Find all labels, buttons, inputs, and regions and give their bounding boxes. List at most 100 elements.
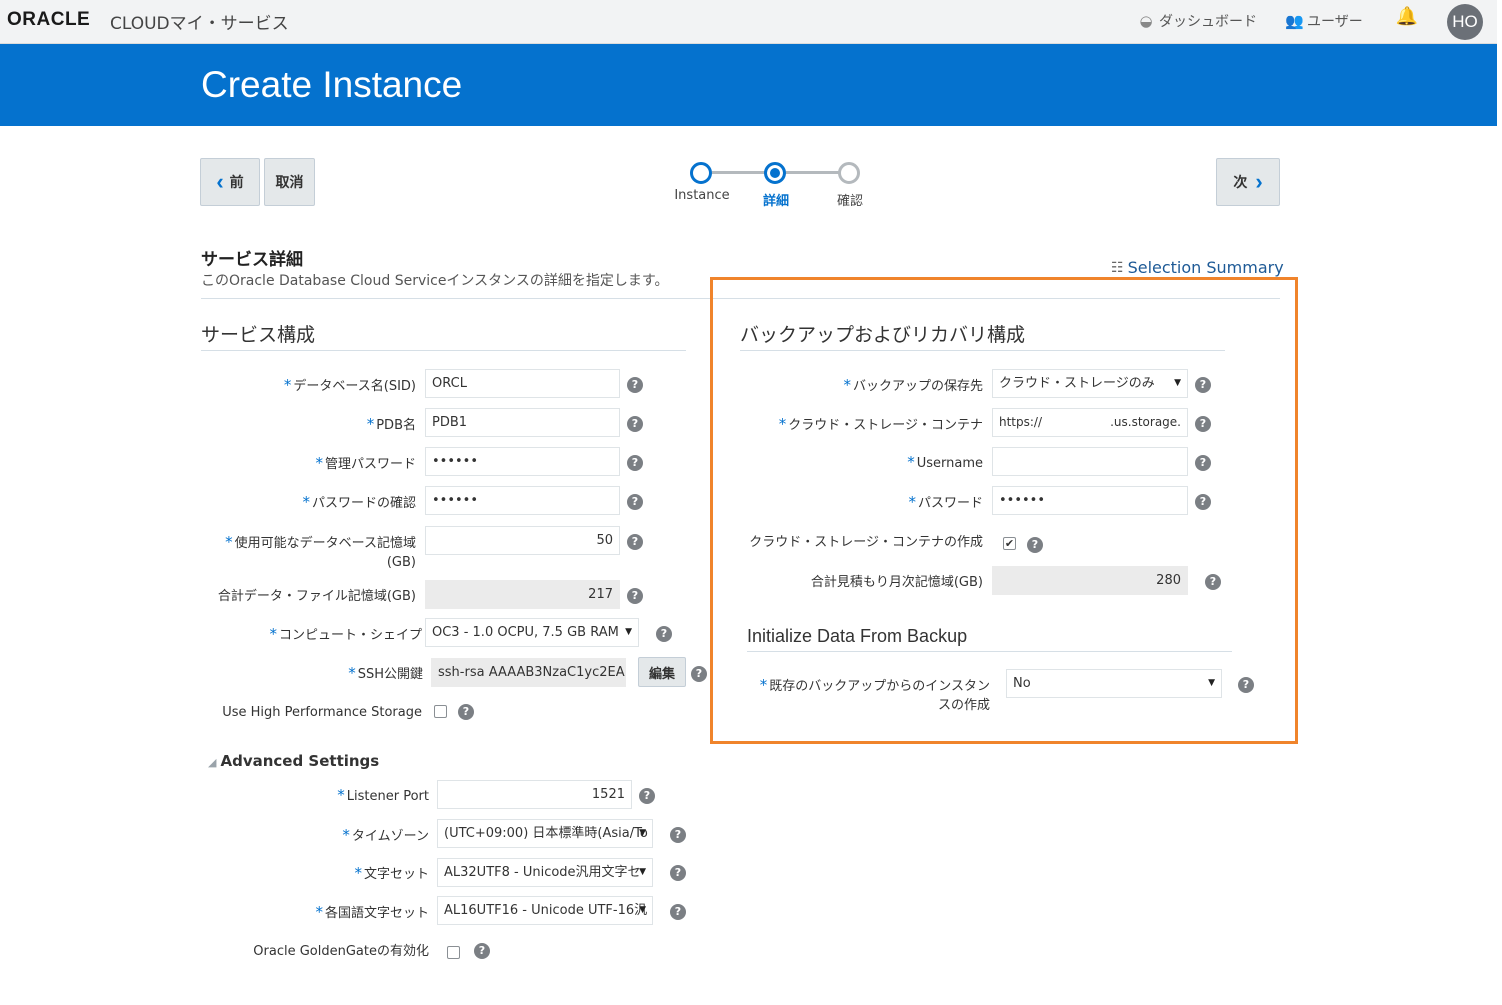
nav-dashboard[interactable]: ◒ ダッシュボード <box>1137 11 1257 31</box>
selection-summary-link[interactable]: ☷ Selection Summary <box>1111 258 1284 277</box>
chevron-left-icon: ‹ <box>216 169 224 194</box>
chevron-right-icon: › <box>1255 169 1263 194</box>
train-label-instance[interactable]: Instance <box>662 188 742 203</box>
container-url-prefix: https:// <box>999 415 1043 429</box>
national-charset-select[interactable]: AL16UTF16 - Unicode UTF-16汎 <box>437 896 653 925</box>
train-connector <box>786 171 840 174</box>
help-icon[interactable]: ? <box>627 455 643 471</box>
help-icon[interactable]: ? <box>670 865 686 881</box>
sid-input[interactable]: ORCL <box>425 369 620 398</box>
oracle-logo[interactable]: ORACLE <box>7 9 90 31</box>
ssh-key-value: ssh-rsa AAAAB3NzaC1yc2EAA <box>431 658 626 687</box>
help-icon[interactable]: ? <box>1238 677 1254 693</box>
help-icon[interactable]: ? <box>474 943 490 959</box>
train-step-confirm[interactable] <box>838 162 860 184</box>
help-icon[interactable]: ? <box>627 377 643 393</box>
help-icon[interactable]: ? <box>627 416 643 432</box>
help-icon[interactable]: ? <box>458 704 474 720</box>
divider <box>201 350 686 351</box>
page-banner: Create Instance <box>0 44 1497 126</box>
help-icon[interactable]: ? <box>627 494 643 510</box>
confirm-password-label: * パスワードの確認 <box>302 493 416 511</box>
init-backup-title: Initialize Data From Backup <box>747 626 968 646</box>
help-icon[interactable]: ? <box>1205 574 1221 590</box>
backup-destination-select[interactable]: クラウド・ストレージのみ <box>992 369 1188 398</box>
train-step-details[interactable] <box>764 162 786 184</box>
init-backup-select[interactable]: No <box>1006 669 1222 698</box>
listener-port-input[interactable]: 1521 <box>437 780 632 809</box>
total-storage-label: 合計データ・ファイル記憶域(GB) <box>217 589 416 604</box>
username-label: * Username <box>907 453 983 471</box>
advanced-settings-toggle[interactable]: ◢ Advanced Settings <box>208 752 379 770</box>
train-step-instance[interactable] <box>690 162 712 184</box>
nav-dashboard-label: ダッシュボード <box>1159 14 1257 30</box>
nav-users-label: ユーザー <box>1307 14 1363 30</box>
ssh-key-label: * SSH公開鍵 <box>348 664 423 682</box>
users-icon: 👥 <box>1285 12 1304 30</box>
create-container-checkbox[interactable]: ✔ <box>1003 537 1016 550</box>
high-performance-storage-checkbox[interactable] <box>434 705 447 718</box>
cancel-button[interactable]: 取消 <box>264 158 315 206</box>
sid-label: * データベース名(SID) <box>283 376 416 394</box>
help-icon[interactable]: ? <box>627 588 643 604</box>
admin-password-label: * 管理パスワード <box>315 454 416 472</box>
listener-port-label: * Listener Port <box>337 786 429 804</box>
divider <box>740 350 1225 351</box>
storage-input[interactable]: 50 <box>425 526 620 555</box>
help-icon[interactable]: ? <box>1027 537 1043 553</box>
backup-password-label: * パスワード <box>908 493 983 511</box>
timezone-select[interactable]: (UTC+09:00) 日本標準時(Asia/To <box>437 819 653 848</box>
selection-summary-label: Selection Summary <box>1127 258 1284 277</box>
help-icon[interactable]: ? <box>691 666 707 682</box>
train-connector <box>712 171 766 174</box>
notification-help-icon[interactable]: 🔔 <box>1395 6 1419 27</box>
triangle-collapse-icon: ◢ <box>208 756 217 769</box>
monthly-storage-value: 280 <box>992 566 1188 595</box>
nav-users[interactable]: 👥 ユーザー <box>1285 11 1363 31</box>
help-icon[interactable]: ? <box>656 626 672 642</box>
compute-shape-label: * コンピュート・シェイプ <box>269 625 422 643</box>
help-icon[interactable]: ? <box>1195 494 1211 510</box>
charset-select[interactable]: AL32UTF8 - Unicode汎用文字セ <box>437 858 653 887</box>
storage-container-input[interactable]: https:// .us.storage. <box>992 408 1188 437</box>
backup-destination-label: * バックアップの保存先 <box>843 376 983 394</box>
help-icon[interactable]: ? <box>1195 416 1211 432</box>
help-icon[interactable]: ? <box>627 534 643 550</box>
back-button[interactable]: ‹ 前 <box>200 158 260 206</box>
national-charset-label: * 各国語文字セット <box>315 903 429 921</box>
help-icon[interactable]: ? <box>1195 455 1211 471</box>
timezone-label: * タイムゾーン <box>342 826 429 844</box>
service-config-title: サービス構成 <box>201 324 316 346</box>
admin-password-input[interactable]: •••••• <box>425 447 620 476</box>
help-icon[interactable]: ? <box>639 788 655 804</box>
section-title: サービス詳細 <box>201 250 303 270</box>
top-bar: ORACLE CLOUDマイ・サービス ◒ ダッシュボード 👥 ユーザー 🔔 H… <box>0 0 1497 44</box>
back-button-label: 前 <box>229 175 244 191</box>
dashboard-icon: ◒ <box>1139 12 1153 30</box>
help-icon[interactable]: ? <box>670 827 686 843</box>
cancel-button-label: 取消 <box>275 175 304 191</box>
confirm-password-input[interactable]: •••••• <box>425 486 620 515</box>
avatar[interactable]: HO <box>1447 4 1483 40</box>
train-label-details[interactable]: 詳細 <box>736 190 816 209</box>
bell-icon: 🔔 <box>1395 6 1419 27</box>
pdb-input[interactable]: PDB1 <box>425 408 620 437</box>
backup-password-input[interactable]: •••••• <box>992 486 1188 515</box>
help-icon[interactable]: ? <box>670 904 686 920</box>
product-name[interactable]: CLOUDマイ・サービス <box>110 9 289 34</box>
next-button[interactable]: 次 › <box>1216 158 1280 206</box>
init-backup-label: * 既存のバックアップからのインスタン スの作成 <box>759 676 990 713</box>
backup-config-title: バックアップおよびリカバリ構成 <box>740 324 1026 346</box>
advanced-settings-label: Advanced Settings <box>220 752 380 770</box>
create-container-label: クラウド・ストレージ・コンテナの作成 <box>749 535 983 550</box>
username-input[interactable] <box>992 447 1188 476</box>
compute-shape-select[interactable]: OC3 - 1.0 OCPU, 7.5 GB RAM <box>425 618 639 647</box>
summary-icon: ☷ <box>1111 259 1124 276</box>
goldengate-checkbox[interactable] <box>447 946 460 959</box>
train-label-confirm[interactable]: 確認 <box>810 190 890 209</box>
help-icon[interactable]: ? <box>1195 377 1211 393</box>
storage-container-label: * クラウド・ストレージ・コンテナ <box>778 415 983 433</box>
high-performance-storage-label: Use High Performance Storage <box>222 705 422 720</box>
pdb-label: * PDB名 <box>366 415 416 433</box>
ssh-edit-button[interactable]: 編集 <box>638 657 686 687</box>
